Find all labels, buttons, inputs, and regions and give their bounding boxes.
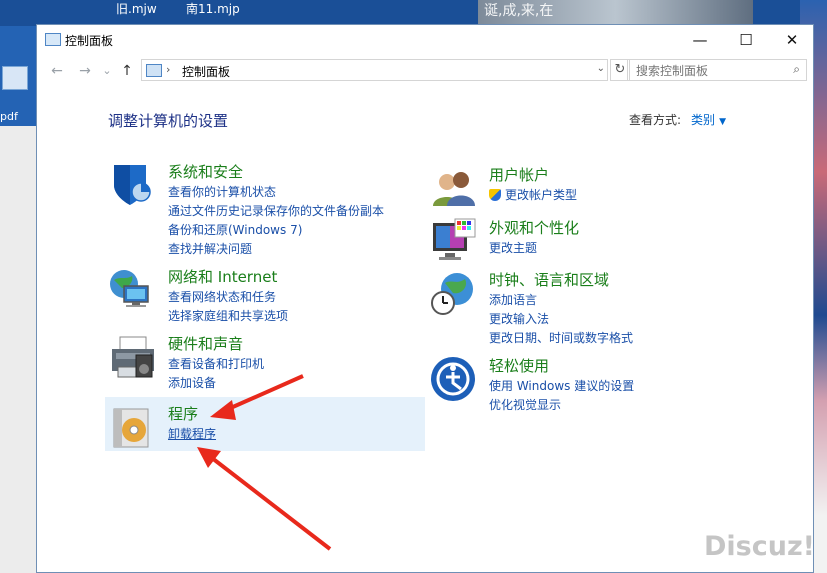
watermark: Discuz! (704, 531, 815, 562)
arrow-head-programs-title (210, 400, 236, 420)
annotation-arrows (197, 374, 332, 551)
arrow-head-uninstall-link (197, 447, 221, 468)
arrow-to-programs-title (225, 374, 304, 412)
arrow-to-uninstall-link (210, 456, 332, 551)
